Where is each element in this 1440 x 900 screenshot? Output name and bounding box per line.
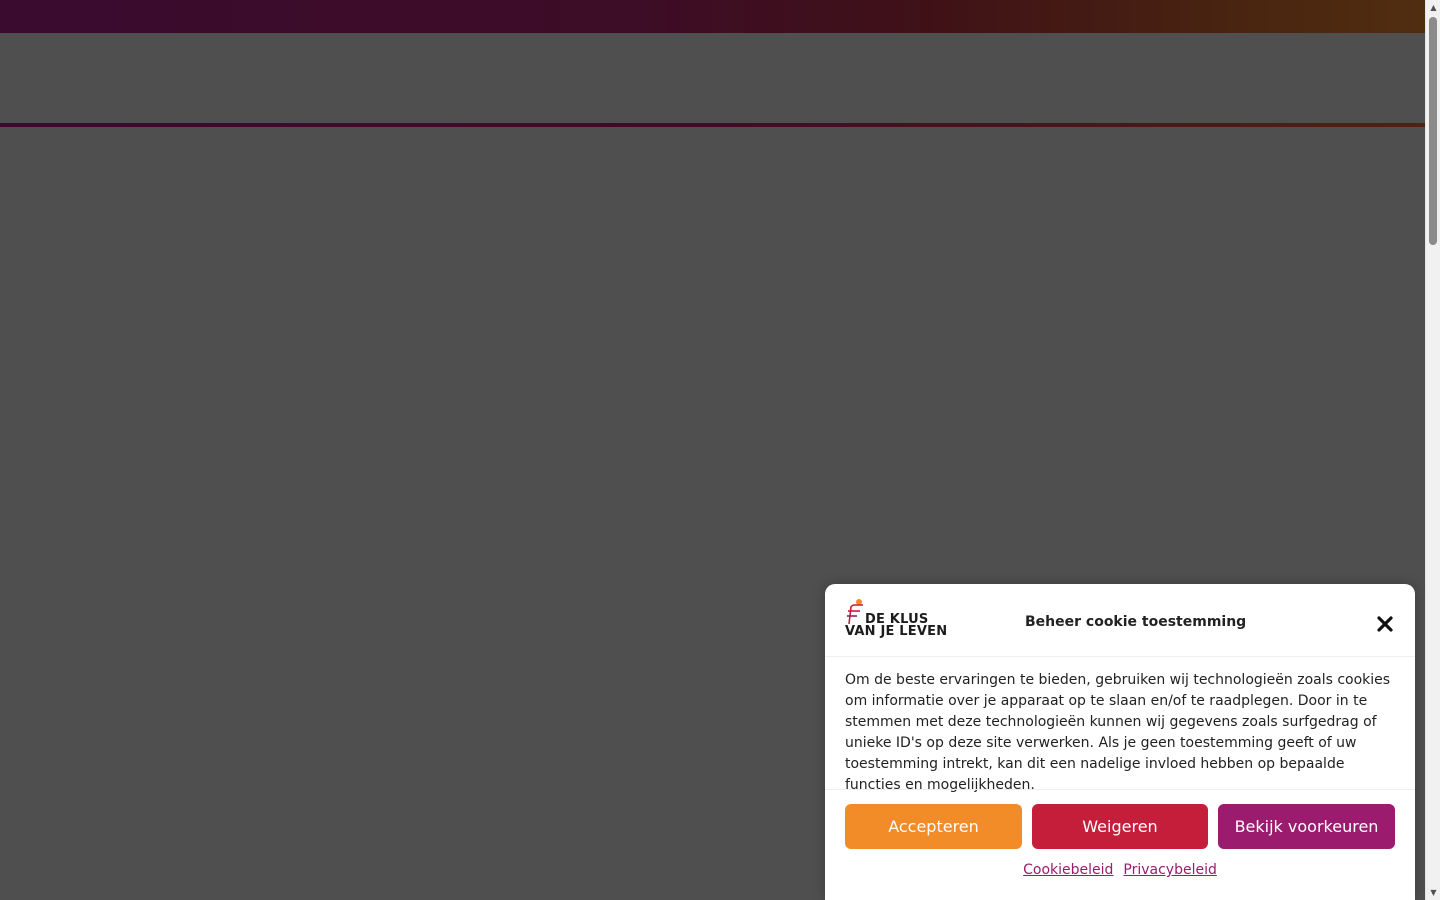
scrollbar-thumb[interactable]	[1429, 17, 1437, 245]
brand-logo: DE KLUS VAN JE LEVEN	[845, 598, 948, 640]
accept-button[interactable]: Accepteren	[845, 804, 1022, 849]
close-icon[interactable]	[1375, 614, 1395, 634]
site-header	[0, 33, 1425, 123]
view-preferences-button[interactable]: Bekijk voorkeuren	[1218, 804, 1395, 849]
scroll-down-icon[interactable]: ▼	[1426, 885, 1440, 900]
cookie-dialog-message: Om de beste ervaringen te bieden, gebrui…	[845, 672, 1391, 793]
cookie-policy-link[interactable]: Cookiebeleid	[1023, 862, 1113, 878]
deny-button[interactable]: Weigeren	[1032, 804, 1208, 849]
privacy-policy-link[interactable]: Privacybeleid	[1123, 862, 1216, 878]
cookie-policy-links: Cookiebeleid Privacybeleid	[825, 862, 1415, 878]
cookie-dialog-divider	[825, 789, 1415, 790]
brand-logo-icon	[847, 599, 863, 624]
cookie-dialog-header: DE KLUS VAN JE LEVEN Beheer cookie toest…	[825, 584, 1415, 657]
scrollbar[interactable]: ▲ ▼	[1425, 0, 1440, 900]
scroll-up-icon[interactable]: ▲	[1426, 0, 1440, 15]
logo-text-line2: VAN JE LEVEN	[845, 624, 948, 639]
top-bar	[0, 0, 1425, 33]
cookie-dialog-title: Beheer cookie toestemming	[1025, 614, 1247, 630]
cookie-consent-dialog: DE KLUS VAN JE LEVEN Beheer cookie toest…	[825, 584, 1415, 900]
